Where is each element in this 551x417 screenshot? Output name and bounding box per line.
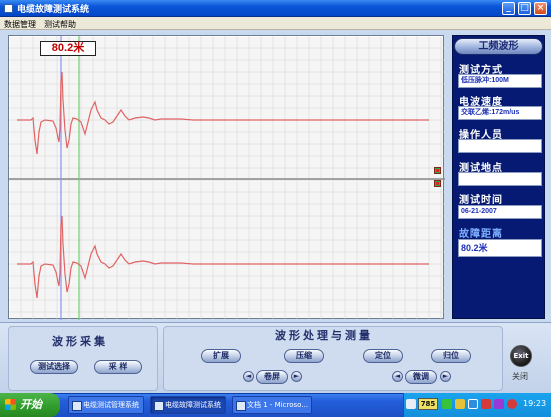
keyboard-icon[interactable] [406, 399, 416, 409]
exit-label: 关闭 [512, 372, 528, 381]
test-select-button[interactable]: 测试选择 [30, 360, 78, 374]
waveform-plot[interactable] [8, 35, 445, 320]
start-button[interactable]: 开始 [0, 393, 60, 417]
close-button[interactable]: × [534, 2, 547, 15]
shield-icon[interactable] [455, 399, 465, 409]
roll-left-button[interactable]: ◄ [243, 371, 254, 382]
menu-bar: 数据管理 测试帮助 [0, 17, 551, 30]
menu-item-help[interactable]: 测试帮助 [44, 19, 76, 30]
minimize-button[interactable]: _ [502, 2, 515, 15]
app-icon [4, 4, 13, 13]
compress-button[interactable]: 压缩 [284, 349, 324, 363]
roll-right-button[interactable]: ► [291, 371, 302, 382]
taskbar-item-fault-test[interactable]: 电缆故障测试系统 [150, 396, 226, 414]
clock: 19:23 [523, 399, 547, 408]
operator-field[interactable] [458, 139, 542, 153]
fault-distance-label: 故障距离 [459, 229, 503, 240]
channel-marker-upper[interactable] [434, 167, 441, 174]
fine-tune-right-button[interactable]: ► [440, 371, 451, 382]
fault-distance-field: 80.2米 [458, 239, 542, 257]
power-frequency-wave-button[interactable]: 工频波形 [454, 38, 543, 55]
test-method-field[interactable]: 低压脉冲:100M [458, 74, 542, 88]
sample-button[interactable]: 采 样 [94, 360, 142, 374]
exit-button[interactable]: Exit [510, 345, 532, 367]
process-group-title: 波形处理与测量 [275, 329, 373, 342]
antivirus-icon[interactable] [481, 399, 491, 409]
maximize-button[interactable]: □ [518, 2, 531, 15]
reset-button[interactable]: 归位 [431, 349, 471, 363]
menu-item-data-management[interactable]: 数据管理 [4, 19, 36, 30]
expand-button[interactable]: 扩展 [201, 349, 241, 363]
window-title: 电缆故障测试系统 [17, 5, 90, 15]
wave-speed-field[interactable]: 交联乙烯:172m/us [458, 106, 542, 120]
fine-tune-button[interactable]: 微调 [405, 370, 437, 384]
test-time-field[interactable]: 06-21-2007 [458, 205, 542, 219]
tray-badge[interactable]: 785 [418, 398, 438, 410]
locate-button[interactable]: 定位 [363, 349, 403, 363]
app-window: 电缆故障测试系统 _ □ × 数据管理 测试帮助 80.2米 工频波形 测试方式… [0, 0, 551, 417]
channel-marker-lower[interactable] [434, 180, 441, 187]
volume-icon[interactable] [468, 399, 478, 409]
alert-icon[interactable] [507, 399, 517, 409]
waveform-canvas[interactable] [9, 36, 445, 320]
acquire-group-title: 波形采集 [52, 335, 108, 348]
fine-tune-left-button[interactable]: ◄ [392, 371, 403, 382]
messenger-icon[interactable] [494, 399, 504, 409]
test-time-label: 测试时间 [459, 195, 503, 206]
taskbar-item-word[interactable]: 文档 1 - Microso... [232, 396, 312, 414]
distance-readout: 80.2米 [40, 41, 96, 56]
network-icon[interactable] [442, 399, 452, 409]
title-bar[interactable]: 电缆故障测试系统 _ □ × [0, 0, 551, 17]
test-location-field[interactable] [458, 172, 542, 186]
taskbar-item-manager[interactable]: 电缆测试管理系统 [68, 396, 144, 414]
roll-button[interactable]: 卷屏 [256, 370, 288, 384]
